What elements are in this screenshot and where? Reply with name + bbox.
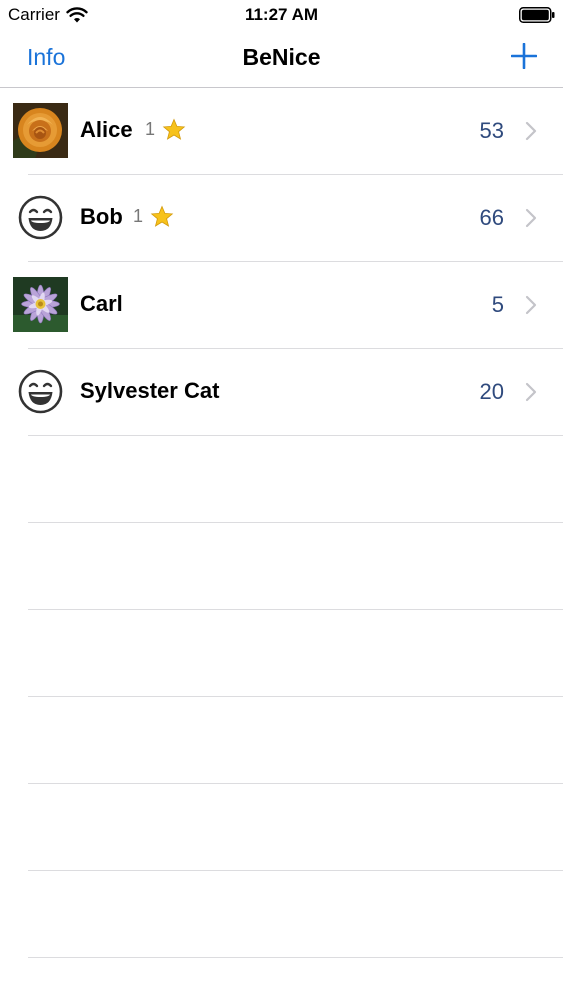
people-list: Alice 1 53 Bob 1 66 Carl 5 Sylvester Cat… — [0, 88, 563, 1000]
list-item-alice[interactable]: Alice 1 53 — [0, 88, 563, 175]
empty-row — [0, 697, 563, 784]
empty-row — [0, 610, 563, 697]
status-time: 11:27 AM — [244, 5, 319, 24]
empty-row — [0, 871, 563, 958]
score-value: 5 — [491, 292, 504, 317]
star-icon — [150, 205, 174, 227]
list-item-sylvester-cat[interactable]: Sylvester Cat 20 — [0, 349, 563, 436]
person-name: Carl — [80, 291, 123, 316]
badge-count: 1 — [133, 206, 144, 226]
screen: Carrier 11:27 AM Info BeNice Alice 1 53 … — [0, 0, 563, 1000]
smiley-icon — [18, 369, 63, 414]
score-value: 66 — [479, 205, 504, 230]
star-icon — [162, 118, 186, 140]
person-name: Alice — [80, 117, 133, 142]
list-item-carl[interactable]: Carl 5 — [0, 262, 563, 349]
chevron-right-icon — [525, 208, 537, 228]
badge-count: 1 — [145, 119, 156, 139]
score-value: 53 — [479, 118, 504, 143]
navigation-bar: Info BeNice — [0, 30, 563, 88]
plus-icon[interactable] — [511, 43, 537, 69]
empty-row — [0, 523, 563, 610]
list-item-bob[interactable]: Bob 1 66 — [0, 175, 563, 262]
water-lily-photo — [13, 277, 68, 332]
smiley-icon — [18, 195, 63, 240]
chevron-right-icon — [525, 121, 537, 141]
page-title: BeNice — [242, 44, 321, 70]
battery-icon — [519, 7, 555, 23]
empty-row — [0, 436, 563, 523]
empty-row — [0, 784, 563, 871]
rose-photo — [13, 103, 68, 158]
person-name: Bob — [80, 204, 123, 229]
score-value: 20 — [479, 379, 504, 404]
status-bar: Carrier 11:27 AM — [0, 0, 563, 30]
chevron-right-icon — [525, 382, 537, 402]
person-name: Sylvester Cat — [80, 378, 220, 403]
chevron-right-icon — [525, 295, 537, 315]
row-separator — [28, 957, 563, 958]
